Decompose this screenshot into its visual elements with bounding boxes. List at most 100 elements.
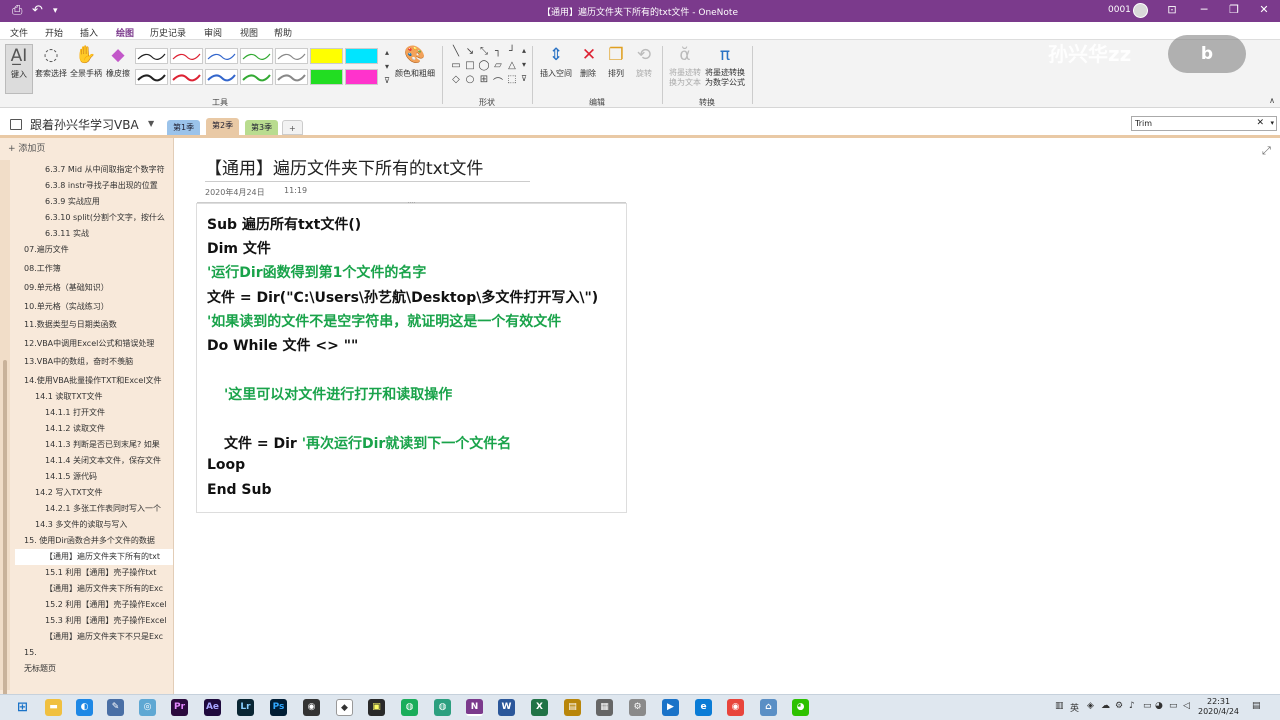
page-item[interactable]: 07.遍历文件 xyxy=(24,242,148,258)
page-item[interactable]: 无标题页 xyxy=(24,661,148,677)
pen-blue-thick[interactable] xyxy=(205,69,238,85)
page-item[interactable]: 6.3.9 实战应用 xyxy=(45,194,169,210)
tool-icon[interactable]: ✎ xyxy=(107,699,124,716)
wechat-icon[interactable]: ◕ xyxy=(792,699,809,716)
full-page-view-icon[interactable]: ⤢ xyxy=(1262,144,1271,158)
square-shape-icon[interactable]: □ xyxy=(464,60,476,71)
chevron-down-icon[interactable]: ▼ xyxy=(148,119,154,128)
tab-help[interactable]: 帮助 xyxy=(274,26,292,39)
page-item[interactable]: 6.3.10 split(分割个文字，按什么 xyxy=(45,210,169,226)
notebook-icon[interactable] xyxy=(10,119,22,130)
code-line-6[interactable]: Do While 文件 <> "" xyxy=(207,335,358,355)
edge-icon[interactable]: e xyxy=(695,699,712,716)
app-icon[interactable]: ◆ xyxy=(336,699,353,716)
page-item[interactable]: 15.3 利用【通用】壳子操作Excel xyxy=(45,613,169,629)
code-comment-1[interactable]: '运行Dir函数得到第1个文件的名字 xyxy=(207,262,426,282)
page-item[interactable]: 12.VBA中调用Excel公式和错误处理 xyxy=(24,336,154,352)
volume-icon[interactable]: ◁ xyxy=(1183,701,1190,711)
insert-space-button[interactable]: ⇕ 插入空间 xyxy=(537,44,575,79)
parallelogram-shape-icon[interactable]: ▱ xyxy=(492,60,504,71)
section-tab-3[interactable]: 第3季 xyxy=(245,120,279,135)
shapes-down-icon[interactable]: ▾ xyxy=(518,60,530,69)
tab-home[interactable]: 开始 xyxy=(45,26,63,39)
highlighter-magenta[interactable] xyxy=(345,69,378,85)
rectangle-shape-icon[interactable]: ▭ xyxy=(450,60,462,71)
add-page-button[interactable]: + 添加页 xyxy=(8,141,45,154)
app-icon[interactable]: ◍ xyxy=(434,699,451,716)
microphone-icon[interactable]: ♪ xyxy=(1129,701,1135,711)
notebook-name[interactable]: 跟着孙兴华学习VBA xyxy=(30,116,139,133)
lasso-select-button[interactable]: ◌ 套索选择 xyxy=(34,44,68,79)
page-item[interactable]: 09.单元格（基础知识） xyxy=(24,280,148,296)
diamond-shape-icon[interactable]: ◇ xyxy=(450,74,462,85)
pen-gray-thin[interactable] xyxy=(275,48,308,64)
app-icon[interactable]: ⌂ xyxy=(760,699,777,716)
container-move-handle[interactable]: ···· xyxy=(197,201,626,207)
section-tab-1[interactable]: 第1季 xyxy=(167,120,201,135)
camera-icon[interactable]: ◉ xyxy=(303,699,320,716)
code-line-10[interactable]: End Sub xyxy=(207,482,272,498)
tab-review[interactable]: 审阅 xyxy=(204,26,222,39)
avatar[interactable] xyxy=(1133,3,1148,18)
highlighter-green[interactable] xyxy=(310,69,343,85)
input-language[interactable]: 英 xyxy=(1070,701,1079,714)
collapse-ribbon-icon[interactable]: ∧ xyxy=(1266,96,1278,105)
add-section-button[interactable]: + xyxy=(282,120,303,135)
type-button[interactable]: A̲I 键入 xyxy=(5,44,33,94)
tab-insert[interactable]: 插入 xyxy=(80,26,98,39)
page-item[interactable]: 15. xyxy=(24,645,148,661)
tab-view[interactable]: 视图 xyxy=(240,26,258,39)
file-explorer-icon[interactable]: ▬ xyxy=(45,699,62,716)
page-item[interactable]: 14.3 多文件的读取与写入 xyxy=(35,517,165,533)
page-item-current[interactable]: 【通用】遍历文件夹下所有的txt xyxy=(15,549,173,565)
note-container[interactable]: ···· Sub 遍历所有txt文件() Dim 文件 '运行Dir函数得到第1… xyxy=(196,201,627,513)
highlighter-cyan[interactable] xyxy=(345,48,378,64)
rotate-button[interactable]: ⟲ 旋转 xyxy=(632,44,656,79)
code-line-2[interactable]: Dim 文件 xyxy=(207,238,271,258)
page-item[interactable]: 14.1.1 打开文件 xyxy=(45,405,169,421)
cube-shape-icon[interactable]: ⬚ xyxy=(506,74,518,85)
lightroom-icon[interactable]: Lr xyxy=(237,699,254,716)
wechat-tray-icon[interactable]: ◕ xyxy=(1155,701,1163,711)
code-line-4[interactable]: 文件 = Dir("C:\Users\孙艺航\Desktop\多文件打开写入\"… xyxy=(207,287,598,307)
premiere-icon[interactable]: Pr xyxy=(171,699,188,716)
code-line-1[interactable]: Sub 遍历所有txt文件() xyxy=(207,214,361,234)
page-item[interactable]: 14.1.2 读取文件 xyxy=(45,421,169,437)
word-icon[interactable]: W xyxy=(498,699,515,716)
notification-icon[interactable]: ▤ xyxy=(1252,701,1261,711)
minimize-button[interactable]: ─ xyxy=(1189,3,1219,16)
calculator-icon[interactable]: ▦ xyxy=(596,699,613,716)
section-tab-2[interactable]: 第2季 xyxy=(206,118,240,135)
color-thickness-button[interactable]: 🎨 颜色和粗细 xyxy=(393,44,437,79)
page-item[interactable]: 14.1.4 关闭文本文件，保存文件 xyxy=(45,453,169,469)
pen-green-thin[interactable] xyxy=(240,48,273,64)
player-icon[interactable]: ▶ xyxy=(662,699,679,716)
grid-shape-icon[interactable]: ⊞ xyxy=(478,74,490,85)
app-icon[interactable]: ◎ xyxy=(139,699,156,716)
page-title[interactable]: 【通用】遍历文件夹下所有的txt文件 xyxy=(205,154,483,179)
search-scope-icon[interactable]: ▾ xyxy=(1270,117,1274,130)
pen-red-thick[interactable] xyxy=(170,69,203,85)
page-item[interactable]: 14.2.1 多张工作表同时写入一个 xyxy=(45,501,169,517)
tab-history[interactable]: 历史记录 xyxy=(150,26,186,39)
close-button[interactable]: ✕ xyxy=(1249,3,1279,16)
code-line-8[interactable]: 文件 = Dir '再次运行Dir就读到下一个文件名 xyxy=(224,433,511,453)
triangle-shape-icon[interactable]: △ xyxy=(506,60,518,71)
page-item[interactable]: 【通用】遍历文件夹下所有的Exc xyxy=(45,581,169,597)
app-icon[interactable]: ◍ xyxy=(401,699,418,716)
circle-shape-icon[interactable]: ○ xyxy=(464,74,476,85)
system-clock[interactable]: 22:31 2020/4/24 xyxy=(1198,697,1239,717)
page-item[interactable]: 10.单元格（实战练习） xyxy=(24,299,148,315)
settings-icon[interactable]: ⚙ xyxy=(629,699,646,716)
shapes-up-icon[interactable]: ▴ xyxy=(518,46,530,55)
search-input[interactable]: Trim ✕ ▾ xyxy=(1131,116,1277,131)
code-line-9[interactable]: Loop xyxy=(207,457,245,473)
page-item[interactable]: 15. 使用Dir函数合并多个文件的数据 xyxy=(24,533,164,549)
pen-black-thin[interactable] xyxy=(135,48,168,64)
ribbon-options-icon[interactable]: ⊡ xyxy=(1157,3,1187,16)
pen-black-thick[interactable] xyxy=(135,69,168,85)
page-item[interactable]: 14.1 读取TXT文件 xyxy=(35,389,165,405)
pan-hand-button[interactable]: ✋ 全景手柄 xyxy=(69,44,103,79)
page-item[interactable]: 14.2 写入TXT文件 xyxy=(35,485,165,501)
restore-button[interactable]: ❐ xyxy=(1219,3,1249,16)
